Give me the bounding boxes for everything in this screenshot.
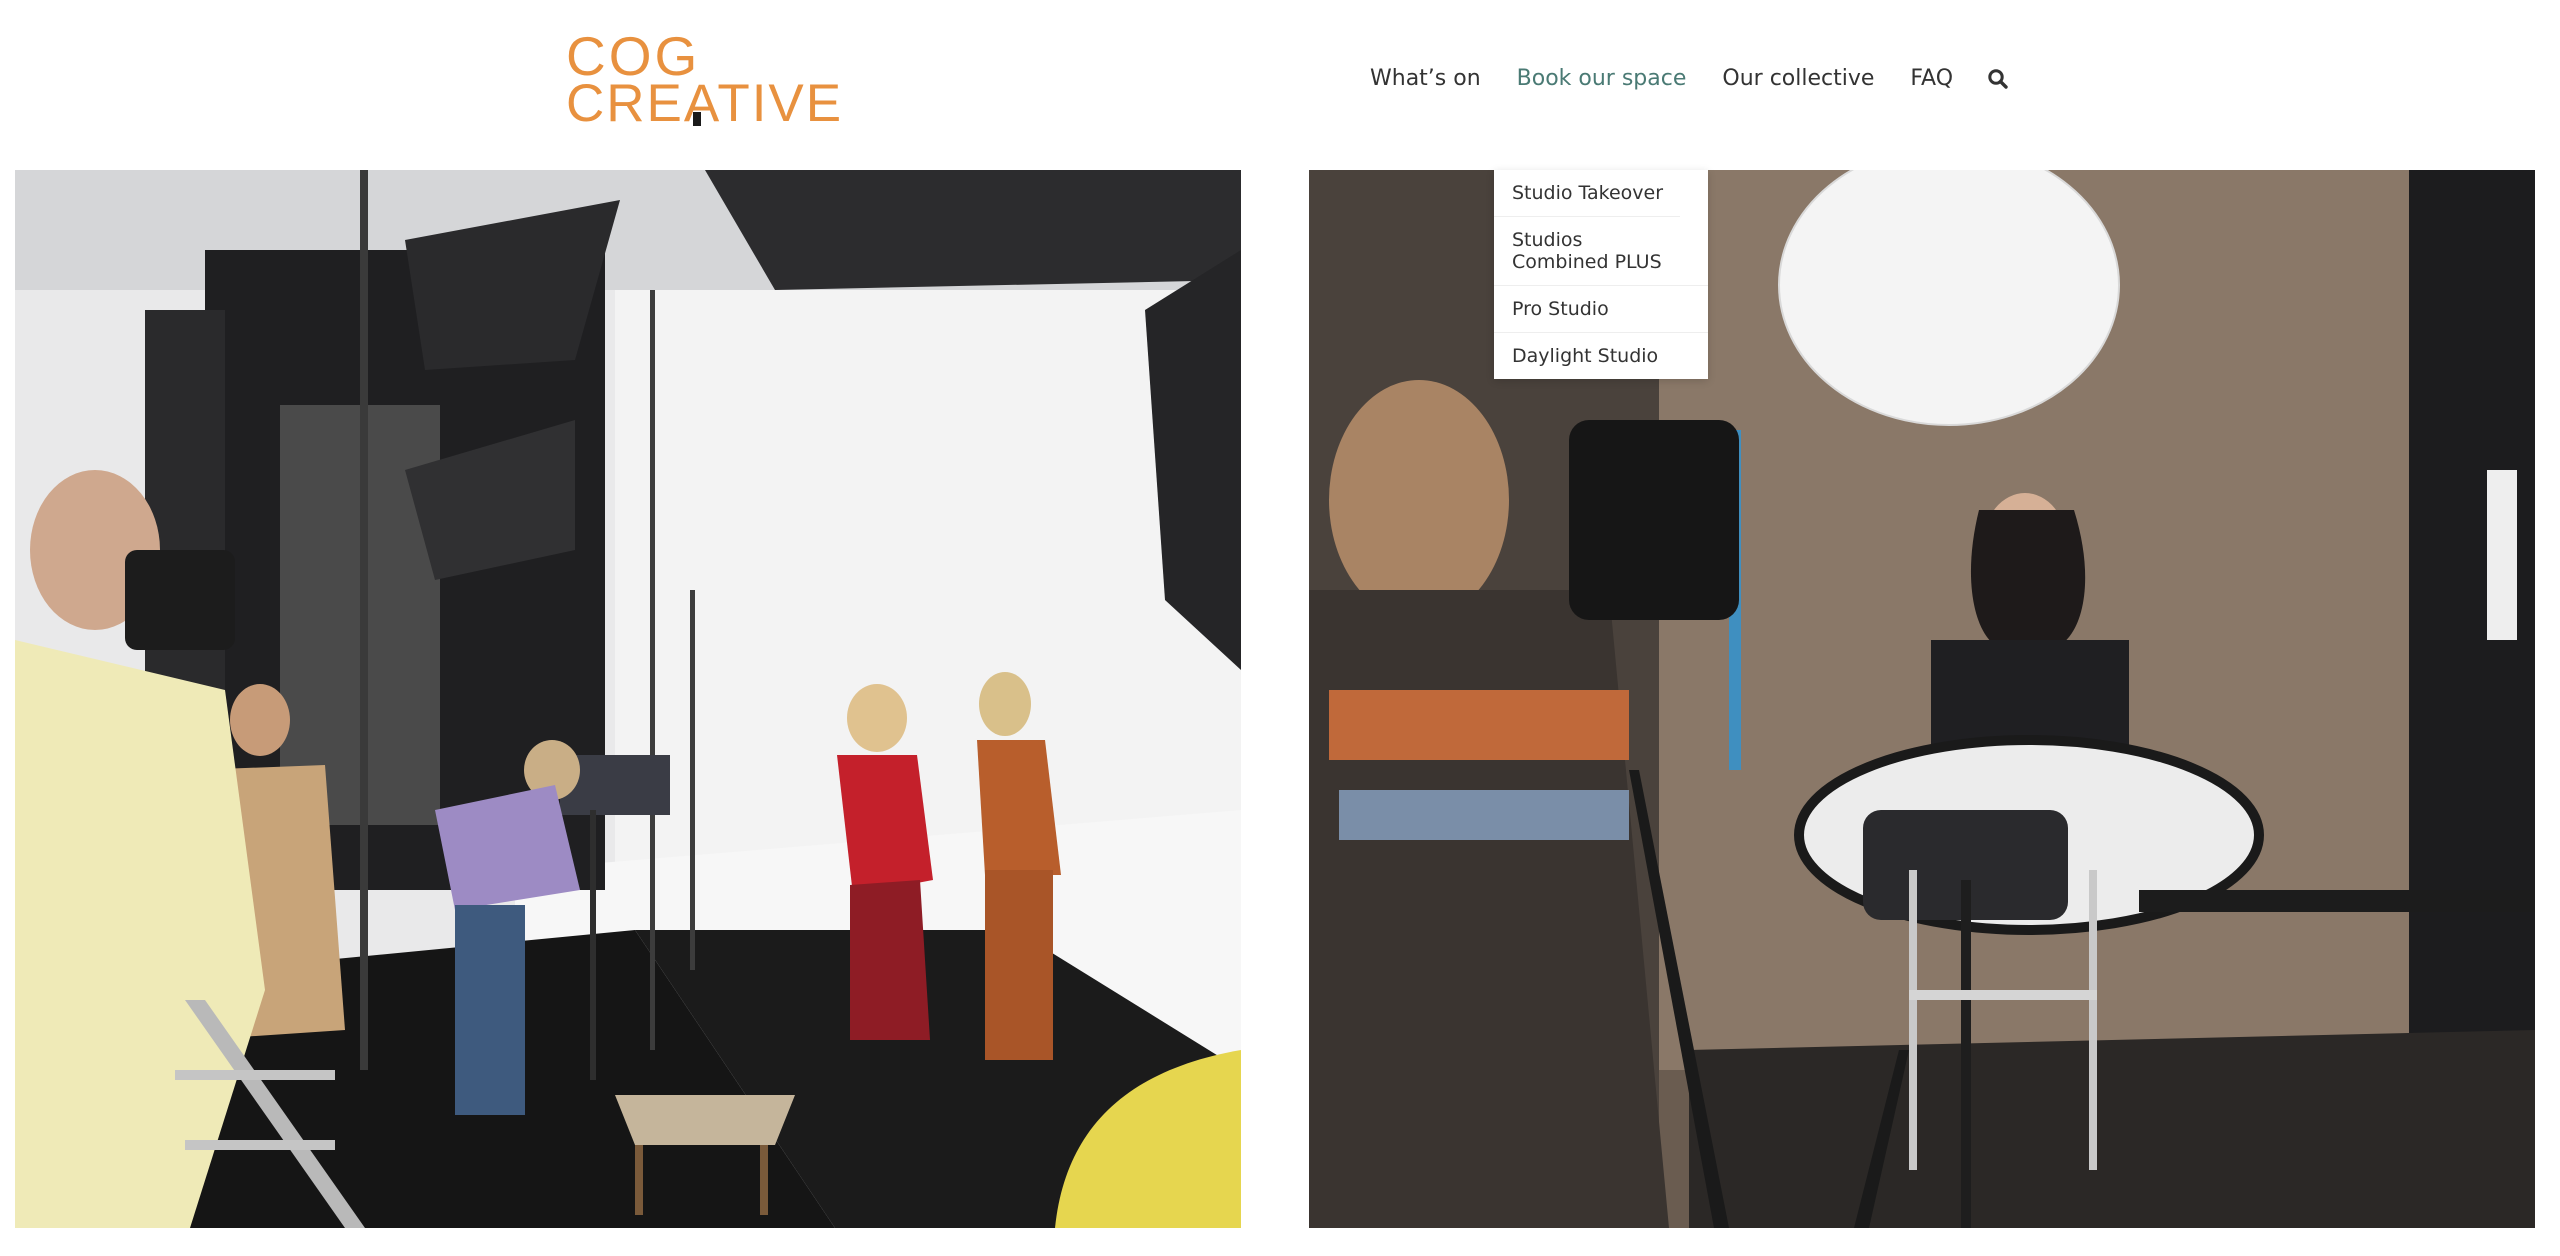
nav-item-whats-on[interactable]: What’s on bbox=[1370, 62, 1481, 96]
dropdown-item-studio-takeover[interactable]: Studio Takeover bbox=[1494, 170, 1708, 216]
page: COG CREATIVE What’s on Book our space Ou… bbox=[0, 0, 2560, 1256]
logo-mark bbox=[693, 112, 701, 126]
studio-photo-right bbox=[1309, 170, 2535, 1228]
nav-item-book-our-space[interactable]: Book our space bbox=[1517, 62, 1687, 96]
search-icon bbox=[1988, 69, 2008, 89]
search-button[interactable] bbox=[1983, 62, 2013, 96]
dropdown-item-pro-studio[interactable]: Pro Studio bbox=[1494, 285, 1708, 332]
dropdown-item-daylight-studio[interactable]: Daylight Studio bbox=[1494, 332, 1708, 379]
logo-line-2: CREATIVE bbox=[566, 74, 844, 133]
main-nav: What’s on Book our space Our collective … bbox=[1370, 62, 2013, 96]
dropdown-item-studios-combined-plus[interactable]: Studios Combined PLUS bbox=[1494, 216, 1680, 285]
nav-item-faq[interactable]: FAQ bbox=[1910, 62, 1953, 96]
cog-creative-logo[interactable]: COG CREATIVE bbox=[566, 29, 841, 131]
nav-item-our-collective[interactable]: Our collective bbox=[1722, 62, 1874, 96]
studio-photo-left bbox=[15, 170, 1241, 1228]
book-our-space-dropdown: Studio Takeover Studios Combined PLUS Pr… bbox=[1494, 170, 1708, 379]
